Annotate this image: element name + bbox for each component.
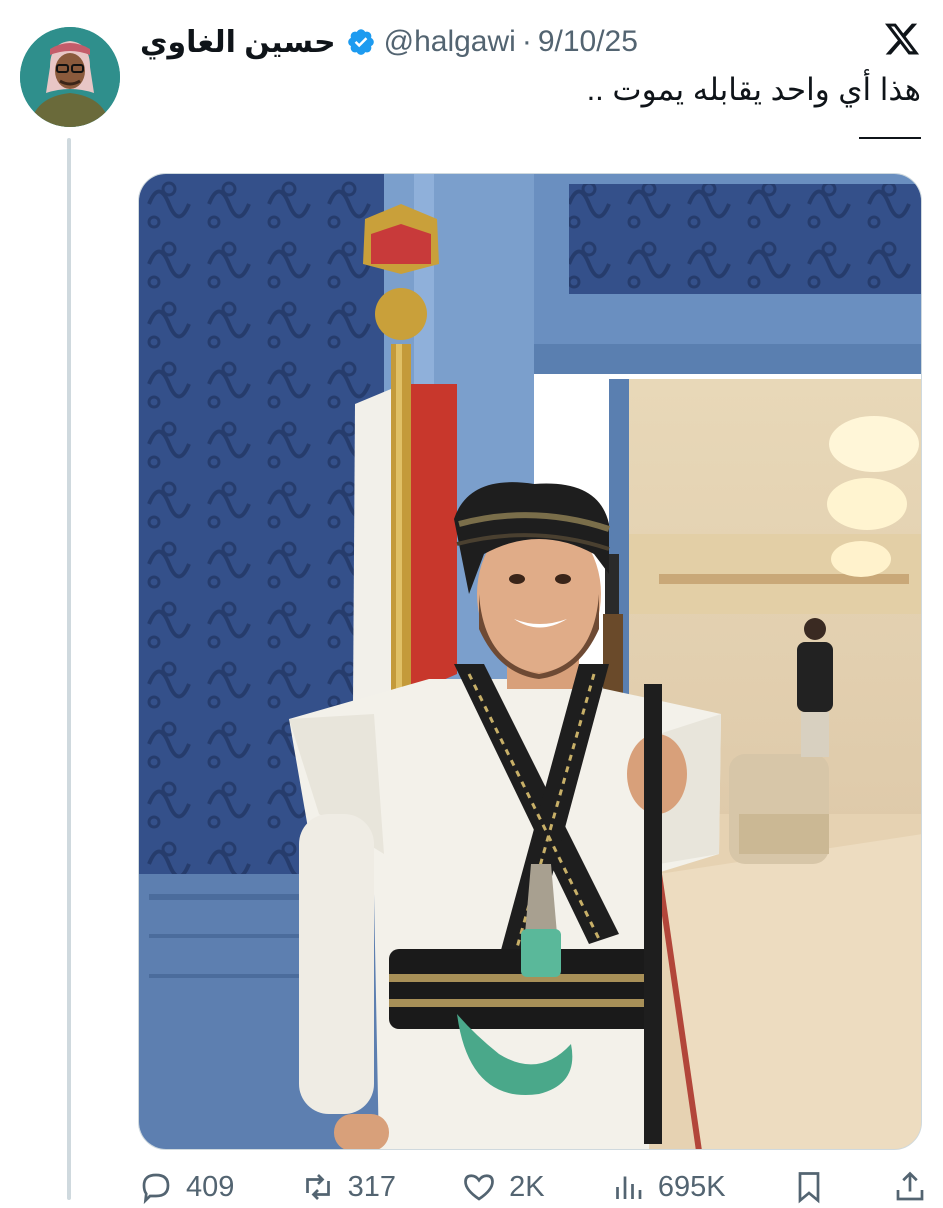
user-handle[interactable]: @halgawi bbox=[384, 25, 516, 59]
tweet-header: حسين الغاوي @halgawi · 9/10/25 bbox=[140, 20, 638, 64]
tweet-text-dashes: —— bbox=[859, 118, 921, 153]
retweet-count: 317 bbox=[347, 1170, 396, 1203]
photo-illustration bbox=[139, 174, 921, 1149]
x-logo-icon bbox=[884, 23, 920, 55]
separator-dot: · bbox=[521, 25, 532, 58]
like-count: 2K bbox=[509, 1170, 545, 1203]
avatar-image bbox=[20, 27, 120, 127]
display-name[interactable]: حسين الغاوي bbox=[140, 25, 336, 60]
tweet-date[interactable]: 9/10/25 bbox=[538, 25, 638, 59]
reply-count: 409 bbox=[186, 1170, 235, 1203]
view-count: 695K bbox=[657, 1170, 726, 1203]
tweet-media-photo[interactable] bbox=[138, 173, 922, 1150]
thread-line bbox=[67, 138, 71, 1200]
tweet-text: هذا أي واحد يقابله يموت .. bbox=[586, 72, 921, 107]
avatar[interactable] bbox=[20, 27, 120, 127]
tweet-action-bar: 409 317 2K 695K bbox=[138, 1166, 928, 1208]
verified-badge-icon bbox=[347, 29, 374, 55]
